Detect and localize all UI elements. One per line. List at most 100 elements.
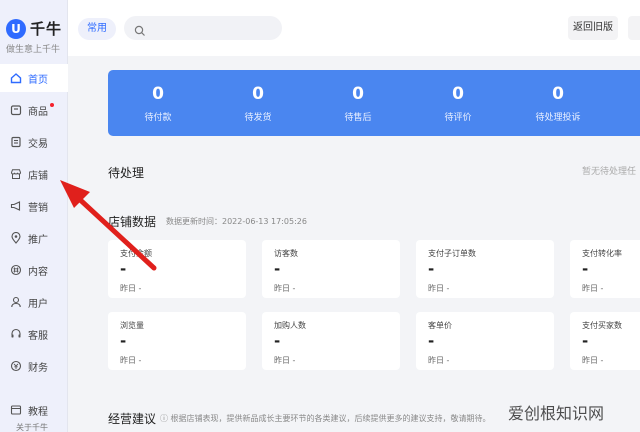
store-icon (10, 168, 22, 180)
sidebar-item-tutorial[interactable]: 教程 (0, 396, 68, 424)
store-data-title: 店铺数据 (108, 215, 157, 229)
megaphone-icon (10, 200, 22, 212)
stat-value: 0 (252, 84, 264, 104)
advice-section-title: 经营建议 (108, 412, 157, 426)
sidebar-item-promotion[interactable]: 推广 (0, 224, 68, 252)
sidebar-item-label: 客服 (28, 330, 48, 342)
metric-card-payment-amount[interactable]: 支付金额 - 昨日 - (108, 240, 246, 298)
card-sub: 昨日 - (582, 356, 604, 365)
watermark-text: 爱创根知识网 (508, 404, 605, 423)
sidebar-item-label: 推广 (28, 234, 48, 246)
stat-label: 待评价 (444, 113, 472, 123)
stat-value: 0 (352, 84, 364, 104)
stat-value: 0 (552, 84, 564, 104)
pending-section-title: 待处理 (108, 166, 145, 180)
stat-value: 0 (152, 84, 164, 104)
card-sub: 昨日 - (428, 356, 450, 365)
stat-label: 待处理投诉 (535, 113, 581, 123)
card-value: - (120, 332, 127, 350)
card-sub: 昨日 - (120, 284, 142, 293)
notification-dot (50, 103, 54, 107)
stat-pending-complaint[interactable]: 0 待处理投诉 (508, 84, 608, 123)
sidebar-item-marketing[interactable]: 营销 (0, 192, 68, 220)
sidebar-item-label: 店铺 (28, 170, 48, 182)
stat-label: 待售后 (344, 113, 372, 123)
metric-card-add-to-cart[interactable]: 加购人数 - 昨日 - (262, 312, 400, 370)
stat-label: 待付款 (144, 113, 172, 123)
metric-card-conversion-rate[interactable]: 支付转化率 - 昨日 - (570, 240, 640, 298)
sidebar-item-finance[interactable]: 财务 (0, 352, 68, 380)
topbar-edge-button[interactable] (628, 16, 640, 40)
location-icon (10, 232, 22, 244)
stat-pending-review[interactable]: 0 待评价 (408, 84, 508, 123)
advice-note: ⓘ 根据店铺表现，提供新品成长主要环节的各类建议，后续提供更多的建议支持，敬请期… (160, 414, 491, 423)
card-value: - (428, 260, 435, 278)
card-sub: 昨日 - (428, 284, 450, 293)
card-value: - (274, 260, 281, 278)
card-sub: 昨日 - (120, 356, 142, 365)
metric-card-pageviews[interactable]: 浏览量 - 昨日 - (108, 312, 246, 370)
sidebar-item-trade[interactable]: 交易 (0, 128, 68, 156)
sidebar-item-label: 用户 (28, 298, 48, 310)
finance-icon (10, 360, 22, 372)
stat-pending-shipment[interactable]: 0 待发货 (208, 84, 308, 123)
stat-label: 待发货 (244, 113, 272, 123)
stat-pending-aftersale[interactable]: 0 待售后 (308, 84, 408, 123)
card-sub: 昨日 - (582, 284, 604, 293)
goods-icon (10, 104, 22, 116)
sidebar: U 千牛 做生意上千牛 首页 商品 交易 店铺 营销 推广 内容 用户 客服 财… (0, 0, 68, 432)
sidebar-item-content[interactable]: 内容 (0, 256, 68, 284)
brand-slogan: 做生意上千牛 (6, 45, 61, 55)
card-label: 支付买家数 (582, 321, 622, 330)
content-icon (10, 264, 22, 276)
card-value: - (274, 332, 281, 350)
tutorial-icon (10, 404, 22, 416)
topbar: 常用 返回旧版 (68, 0, 640, 56)
card-sub: 昨日 - (274, 356, 296, 365)
sidebar-item-label: 营销 (28, 202, 48, 214)
card-value: - (428, 332, 435, 350)
stat-pending-payment[interactable]: 0 待付款 (108, 84, 208, 123)
card-label: 支付子订单数 (428, 249, 476, 258)
sidebar-item-store[interactable]: 店铺 (0, 160, 68, 188)
order-stats-banner: 0 待付款 0 待发货 0 待售后 0 待评价 0 待处理投诉 (108, 70, 640, 136)
stat-value: 0 (452, 84, 464, 104)
about-link[interactable]: 关于千牛 (16, 422, 48, 432)
card-sub: 昨日 - (274, 284, 296, 293)
card-value: - (582, 332, 589, 350)
card-value: - (582, 260, 589, 278)
update-time: 数据更新时间：2022-06-13 17:05:26 (166, 217, 307, 226)
sidebar-item-label: 教程 (28, 406, 48, 418)
search-input[interactable] (124, 16, 282, 40)
card-value: - (120, 260, 127, 278)
sidebar-item-label: 内容 (28, 266, 48, 278)
sidebar-item-goods[interactable]: 商品 (0, 96, 68, 124)
trade-icon (10, 136, 22, 148)
logo[interactable]: U 千牛 (6, 18, 62, 39)
card-label: 浏览量 (120, 321, 144, 330)
sidebar-item-label: 交易 (28, 138, 48, 150)
old-version-button[interactable]: 返回旧版 (568, 16, 618, 40)
card-label: 支付金额 (120, 249, 152, 258)
brand-name: 千牛 (30, 20, 63, 38)
sidebar-item-label: 财务 (28, 362, 48, 374)
pending-empty-text: 暂无待处理任 (582, 167, 637, 177)
sidebar-item-label: 首页 (28, 74, 48, 86)
card-label: 加购人数 (274, 321, 306, 330)
headset-icon (10, 328, 22, 340)
sidebar-item-home[interactable]: 首页 (0, 64, 68, 92)
metric-card-visitors[interactable]: 访客数 - 昨日 - (262, 240, 400, 298)
search-icon (134, 22, 146, 36)
common-button[interactable]: 常用 (78, 18, 116, 40)
user-icon (10, 296, 22, 308)
card-label: 访客数 (274, 249, 298, 258)
home-icon (10, 72, 22, 84)
sidebar-item-label: 商品 (28, 106, 48, 118)
card-label: 客单价 (428, 321, 452, 330)
sidebar-item-users[interactable]: 用户 (0, 288, 68, 316)
metric-card-sub-orders[interactable]: 支付子订单数 - 昨日 - (416, 240, 554, 298)
metric-card-avg-order-value[interactable]: 客单价 - 昨日 - (416, 312, 554, 370)
sidebar-item-service[interactable]: 客服 (0, 320, 68, 348)
qianniu-logo-icon: U (6, 18, 26, 39)
metric-card-paying-buyers[interactable]: 支付买家数 - 昨日 - (570, 312, 640, 370)
